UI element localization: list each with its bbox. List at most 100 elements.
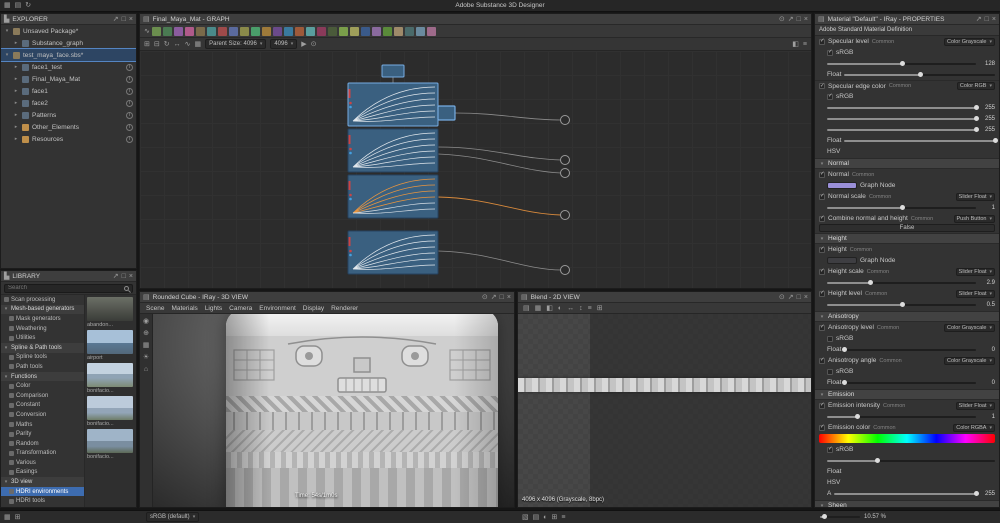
expander-icon[interactable]: ▸	[13, 112, 19, 118]
info-icon[interactable]: i	[126, 63, 133, 71]
combine-false-button[interactable]: False	[819, 224, 995, 232]
srgb-checkbox[interactable]	[827, 93, 833, 100]
node-preset-icon[interactable]	[239, 26, 249, 36]
float-slider[interactable]	[844, 71, 995, 77]
normal-map-swatch[interactable]	[827, 182, 857, 189]
maximize-icon[interactable]: □	[985, 16, 989, 23]
tab-2d-view[interactable]: Blend - 2D VIEW	[531, 294, 580, 301]
expander-icon[interactable]: ▾	[3, 306, 9, 312]
expander-icon[interactable]: ▸	[13, 136, 19, 142]
hdri-thumb-bonifacio-1[interactable]: bonifacio...	[87, 363, 134, 394]
expose-checkbox[interactable]	[819, 83, 825, 89]
library-item-utilities[interactable]: Utilities	[1, 333, 84, 343]
expose-checkbox[interactable]	[819, 290, 825, 297]
panel-menu-icon[interactable]: ▙	[4, 273, 9, 280]
widget-type-select[interactable]: Slider Float ▾	[955, 192, 995, 201]
widget-type-select[interactable]: Color RGBA ▾	[953, 423, 995, 432]
close-icon[interactable]: ×	[507, 294, 511, 301]
tree-item-face1-test[interactable]: ▸ face1_test i	[1, 61, 136, 73]
expander-icon[interactable]: ▾	[819, 314, 825, 320]
node-preset-icon[interactable]	[393, 26, 403, 36]
close-icon[interactable]: ×	[804, 16, 808, 23]
expander-icon[interactable]: ▾	[819, 236, 825, 242]
detach-icon[interactable]: ↗	[113, 273, 119, 280]
properties-title[interactable]: Material "Default" - IRay - PROPERTIES	[828, 16, 945, 23]
hdri-thumb-abandon[interactable]: abandon...	[87, 297, 134, 328]
tiling-icon[interactable]: ▦	[535, 305, 542, 312]
maximize-icon[interactable]: □	[797, 16, 801, 23]
layout-split-icon[interactable]: ◧	[792, 41, 799, 48]
close-icon[interactable]: ×	[129, 16, 133, 23]
detach-icon[interactable]: ↗	[491, 294, 497, 301]
aniso-level-slider[interactable]	[842, 346, 976, 352]
library-item-comparison[interactable]: Comparison	[1, 391, 84, 401]
node-preset-icon[interactable]	[162, 26, 172, 36]
widget-type-select[interactable]: Slider Float ▾	[955, 289, 995, 298]
library-item-mask-generators[interactable]: Mask generators	[1, 314, 84, 324]
hue-spectrum-picker[interactable]	[819, 434, 995, 443]
library-item-various[interactable]: Various	[1, 458, 84, 468]
detach-icon[interactable]: ↗	[788, 16, 794, 23]
node-preset-icon[interactable]	[151, 26, 161, 36]
output-node[interactable]	[560, 210, 570, 220]
graph-node-curve-4[interactable]	[347, 230, 439, 275]
invert-icon[interactable]: ◐	[558, 305, 562, 312]
expander-icon[interactable]: ▸	[13, 76, 19, 82]
info-icon[interactable]: i	[126, 75, 133, 83]
tree-item-other-elements[interactable]: ▸ Other_Elements i	[1, 121, 136, 133]
library-section-spline-path-tools[interactable]: ▾ Spline & Path tools	[1, 342, 84, 353]
status-contrast-icon[interactable]: ◐	[543, 514, 547, 521]
fit-view-icon[interactable]: ⊞	[144, 41, 150, 48]
node-preset-icon[interactable]	[349, 26, 359, 36]
play-icon[interactable]: ▶	[301, 41, 306, 48]
app-sync-icon[interactable]: ↻	[25, 2, 31, 9]
specular-level-slider[interactable]	[827, 60, 976, 66]
library-item-path-tools[interactable]: Path tools	[1, 362, 84, 372]
srgb-checkbox[interactable]	[827, 335, 833, 342]
status-grid-icon[interactable]: ▦	[4, 514, 11, 521]
link-icon[interactable]: ⊙	[311, 41, 317, 48]
srgb-checkbox[interactable]	[827, 446, 833, 453]
node-preset-icon[interactable]	[426, 26, 436, 36]
output-node[interactable]	[560, 115, 570, 125]
node-preset-icon[interactable]	[360, 26, 370, 36]
library-item-parity[interactable]: Parity	[1, 429, 84, 439]
graph-node-curve-1[interactable]	[347, 82, 439, 127]
library-item-scan-processing[interactable]: Scan processing	[1, 295, 84, 305]
app-grid-icon[interactable]: ▦	[4, 2, 11, 9]
output-node[interactable]	[560, 265, 570, 275]
info-icon[interactable]: i	[126, 111, 133, 119]
library-item-spline-tools[interactable]: Spline tools	[1, 353, 84, 363]
graph-node-small-selected[interactable]	[437, 105, 456, 121]
node-preset-icon[interactable]	[250, 26, 260, 36]
graph-node-curve-2[interactable]	[347, 128, 439, 173]
widget-type-select[interactable]: Push Button ▾	[953, 214, 995, 223]
detach-icon[interactable]: ↗	[113, 16, 119, 23]
close-icon[interactable]: ×	[804, 294, 808, 301]
section-height[interactable]: ▾ Height	[815, 233, 999, 244]
float-slider[interactable]	[844, 137, 998, 143]
parent-size-select[interactable]: Parent Size: 4096 ▾	[205, 39, 267, 49]
status-layers-icon[interactable]: ▤	[533, 514, 540, 521]
section-normal[interactable]: ▾ Normal	[815, 158, 999, 169]
library-section-3d-view[interactable]: ▾ 3D view	[1, 477, 84, 487]
widget-type-select[interactable]: Color Grayscale ▾	[944, 37, 995, 46]
node-preset-icon[interactable]	[272, 26, 282, 36]
library-item-weathering[interactable]: Weathering	[1, 324, 84, 334]
node-preset-icon[interactable]	[316, 26, 326, 36]
output-node[interactable]	[560, 155, 570, 165]
output-node[interactable]	[560, 168, 570, 178]
maximize-icon[interactable]: □	[122, 16, 126, 23]
expander-icon[interactable]: ▾	[819, 503, 825, 508]
normal-scale-slider[interactable]	[827, 204, 976, 210]
expose-checkbox[interactable]	[819, 424, 825, 431]
maximize-icon[interactable]: □	[122, 273, 126, 280]
widget-type-select[interactable]: Color Grayscale ▾	[944, 323, 995, 332]
height-level-slider[interactable]	[827, 301, 976, 307]
expose-checkbox[interactable]	[819, 268, 825, 275]
widget-type-select[interactable]: Slider Float ▾	[955, 401, 995, 410]
menu-lights[interactable]: Lights	[205, 305, 222, 312]
fit-horizontal-icon[interactable]: ↔	[567, 305, 574, 312]
zoom-reset-icon[interactable]: ⊞	[597, 305, 603, 312]
blue-slider[interactable]	[827, 126, 979, 132]
